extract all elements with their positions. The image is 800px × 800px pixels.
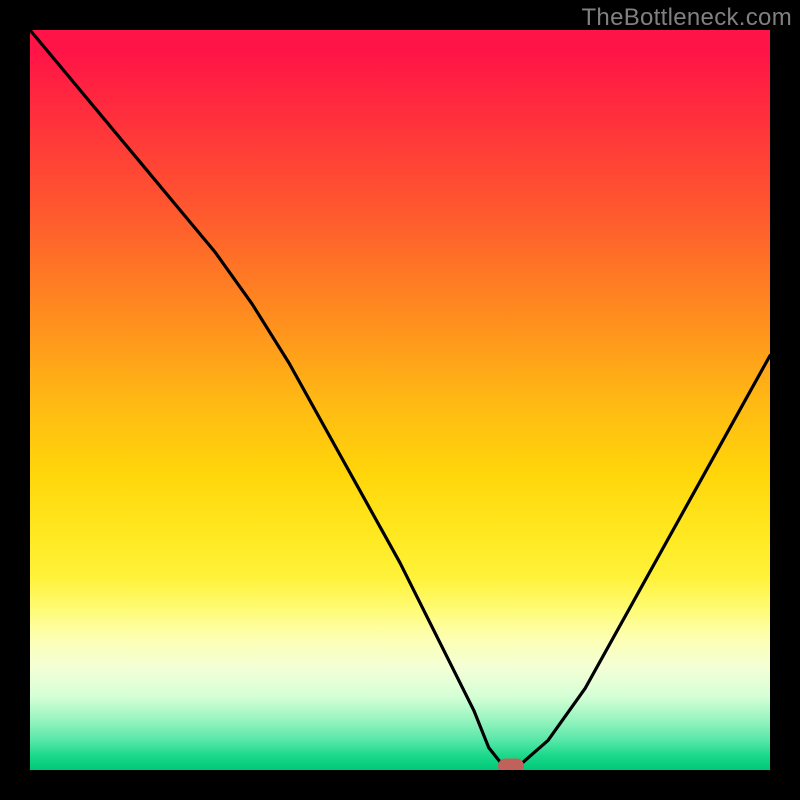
chart-frame: TheBottleneck.com xyxy=(0,0,800,800)
bottleneck-curve xyxy=(30,30,770,770)
optimum-marker xyxy=(498,759,524,770)
watermark-text: TheBottleneck.com xyxy=(581,4,792,32)
plot-area xyxy=(30,30,770,770)
